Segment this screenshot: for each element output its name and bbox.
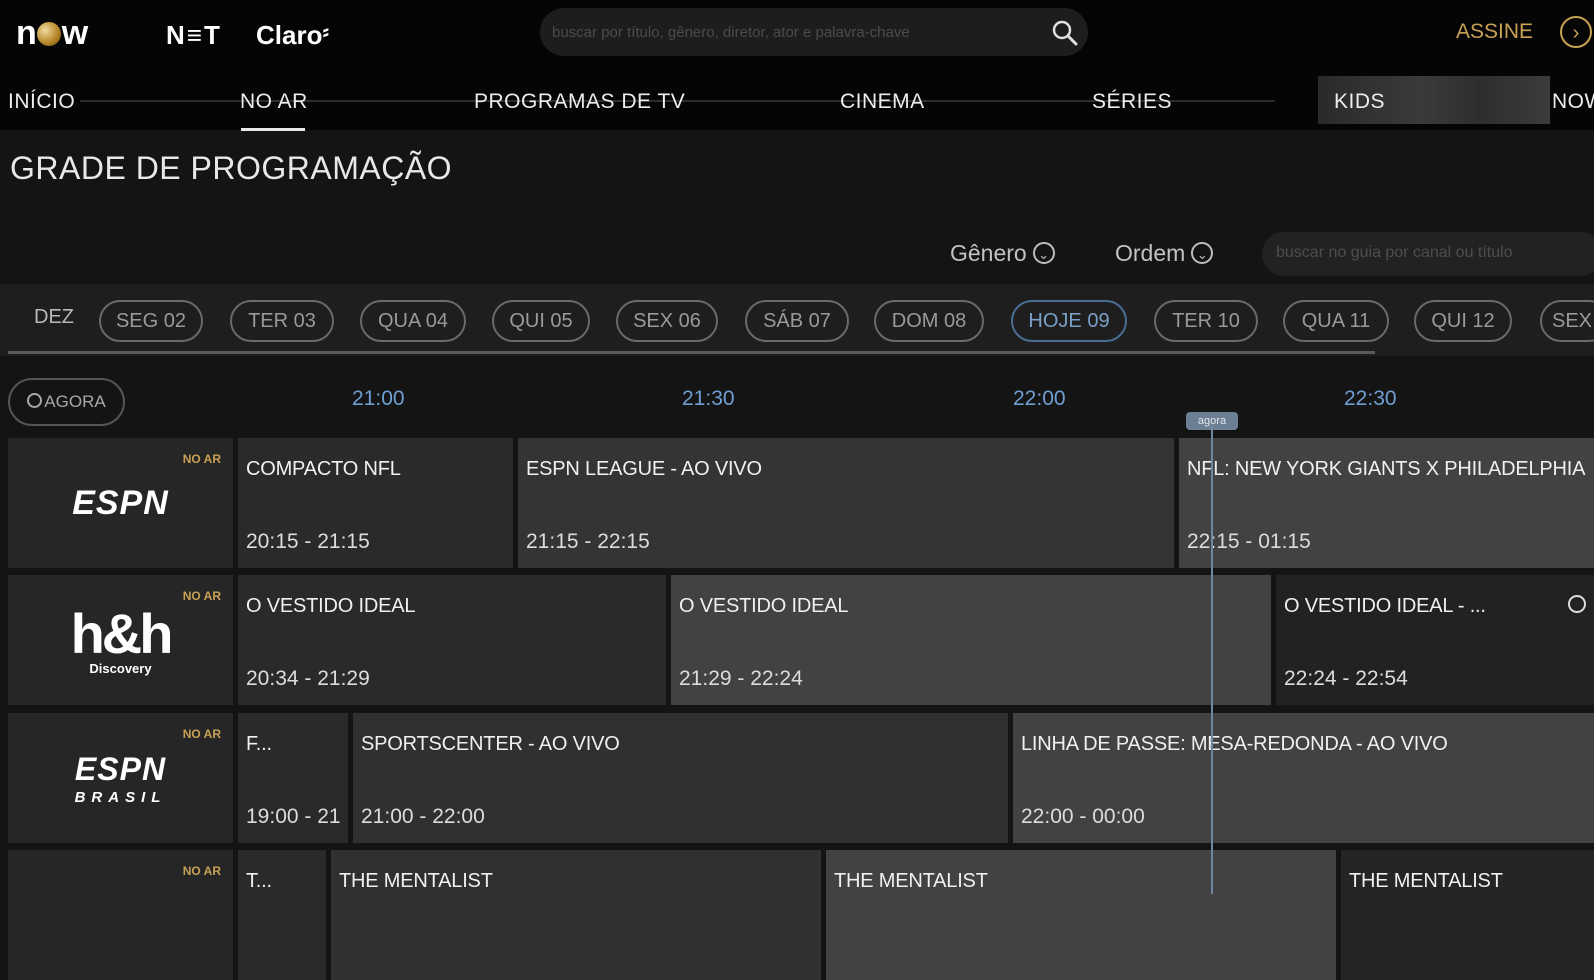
nav-item-kids[interactable]: KIDS bbox=[1334, 90, 1385, 114]
program-cell[interactable]: NFL: NEW YORK GIANTS X PHILADELPHIA 22:1… bbox=[1179, 438, 1594, 568]
claro-logo: Claro⸗ bbox=[256, 20, 330, 50]
page-title: GRADE DE PROGRAMAÇÃO bbox=[10, 150, 453, 186]
program-cell[interactable]: ESPN LEAGUE - AO VIVO 21:15 - 22:15 bbox=[518, 438, 1174, 568]
nav-item-cinema[interactable]: CINEMA bbox=[840, 90, 925, 114]
hh-logo: h&h bbox=[70, 602, 174, 665]
nav-item-now[interactable]: NOW bbox=[1552, 90, 1594, 114]
assine-link[interactable]: ASSINE bbox=[1456, 20, 1533, 44]
channel-espn-brasil[interactable]: NO AR ESPN BRASIL bbox=[8, 713, 233, 843]
clock-icon bbox=[27, 393, 43, 408]
day-pill[interactable]: SÁB 07 bbox=[745, 300, 849, 342]
day-pill[interactable]: TER 03 bbox=[230, 300, 334, 342]
active-tab-indicator bbox=[241, 128, 305, 131]
live-badge: NO AR bbox=[182, 452, 221, 466]
agora-button[interactable]: AGORA bbox=[8, 378, 125, 426]
day-pill[interactable]: SEX 06 bbox=[616, 300, 718, 342]
program-cell[interactable]: F... 19:00 - 21 bbox=[238, 713, 348, 843]
day-pill[interactable]: DOM 08 bbox=[874, 300, 984, 342]
program-cell[interactable]: COMPACTO NFL 20:15 - 21:15 bbox=[238, 438, 513, 568]
program-cell[interactable]: THE MENTALIST bbox=[1341, 850, 1594, 980]
day-pill[interactable]: TER 10 bbox=[1154, 300, 1258, 342]
program-cell[interactable]: T... bbox=[238, 850, 326, 980]
genre-filter[interactable]: Gênero ⌄ bbox=[950, 240, 1055, 267]
program-cell[interactable]: SPORTSCENTER - AO VIVO 21:00 - 22:00 bbox=[353, 713, 1008, 843]
nav-item-series[interactable]: SÉRIES bbox=[1092, 90, 1172, 114]
discovery-logo: Discovery bbox=[89, 661, 152, 676]
time-label: 22:30 bbox=[1344, 387, 1397, 410]
live-badge: NO AR bbox=[182, 727, 221, 741]
order-filter[interactable]: Ordem ⌄ bbox=[1115, 240, 1214, 267]
search-placeholder: buscar por título, gênero, diretor, ator… bbox=[552, 24, 910, 41]
day-pill[interactable]: QUA 11 bbox=[1283, 300, 1389, 342]
month-label: DEZ bbox=[34, 306, 74, 328]
channel-hh-discovery[interactable]: NO AR h&h Discovery bbox=[8, 575, 233, 705]
search-icon[interactable] bbox=[1052, 20, 1078, 51]
chevron-down-icon: ⌄ bbox=[1191, 242, 1214, 264]
day-pill[interactable]: QUI 05 bbox=[492, 300, 590, 342]
brasil-label: BRASIL bbox=[74, 789, 167, 806]
day-pill[interactable]: SEX bbox=[1540, 300, 1594, 342]
day-pill[interactable]: QUA 04 bbox=[360, 300, 466, 342]
program-cell[interactable]: LINHA DE PASSE: MESA-REDONDA - AO VIVO 2… bbox=[1013, 713, 1594, 843]
chevron-down-icon: ⌄ bbox=[1032, 242, 1055, 264]
day-pill[interactable]: QUI 12 bbox=[1414, 300, 1512, 342]
guide-search-placeholder: buscar no guia por canal ou título bbox=[1276, 244, 1513, 261]
program-cell[interactable]: O VESTIDO IDEAL - ... 22:24 - 22:54 bbox=[1276, 575, 1594, 705]
program-cell[interactable]: THE MENTALIST bbox=[331, 850, 821, 980]
day-pill-today[interactable]: HOJE 09 bbox=[1011, 300, 1127, 342]
day-strip-scrollbar[interactable] bbox=[8, 351, 1375, 354]
espn-logo: ESPN bbox=[72, 484, 169, 522]
day-pill[interactable]: SEG 02 bbox=[99, 300, 203, 342]
program-cell[interactable]: O VESTIDO IDEAL 20:34 - 21:29 bbox=[238, 575, 666, 705]
chevron-right-icon[interactable]: › bbox=[1560, 16, 1592, 48]
reminder-clock-icon[interactable] bbox=[1568, 595, 1586, 613]
channel-row-4[interactable]: NO AR bbox=[8, 850, 233, 980]
nav-item-inicio[interactable]: INÍCIO bbox=[8, 90, 75, 114]
program-cell[interactable]: THE MENTALIST bbox=[826, 850, 1336, 980]
net-logo: N≡T bbox=[166, 20, 222, 50]
espn-logo: ESPN bbox=[74, 751, 167, 787]
time-label: 21:30 bbox=[682, 387, 735, 410]
program-cell[interactable]: O VESTIDO IDEAL 21:29 - 22:24 bbox=[671, 575, 1271, 705]
channel-espn[interactable]: NO AR ESPN bbox=[8, 438, 233, 568]
now-marker-line bbox=[1211, 424, 1213, 894]
live-badge: NO AR bbox=[182, 864, 221, 878]
time-label: 21:00 bbox=[352, 387, 405, 410]
nav-item-no-ar[interactable]: NO AR bbox=[240, 90, 308, 114]
nav-item-programas-de-tv[interactable]: PROGRAMAS DE TV bbox=[474, 90, 685, 114]
time-label: 22:00 bbox=[1013, 387, 1066, 410]
now-logo[interactable]: nw bbox=[16, 14, 88, 53]
